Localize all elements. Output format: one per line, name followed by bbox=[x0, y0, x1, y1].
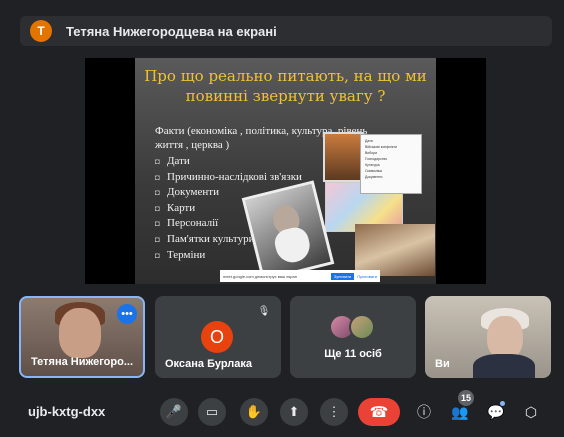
participant-tile-oksana[interactable]: 🎙 О Оксана Бурлака bbox=[155, 296, 281, 378]
others-avatars bbox=[329, 314, 375, 340]
share-status-text: meet.google.com демонструє ваш екран bbox=[223, 273, 297, 279]
presenting-label: Тетяна Нижегородцева на екрані bbox=[66, 23, 277, 39]
slide-title: Про що реально питають, на що ми повинні… bbox=[144, 67, 427, 105]
bullet-icon: ◘ bbox=[155, 219, 160, 229]
context-menu-image: Дата Військові конфлікти Вибори Господар… bbox=[360, 134, 422, 194]
screen-share-bar: meet.google.com демонструє ваш екран Зуп… bbox=[220, 270, 380, 282]
participant-name: Тетяна Нижегоро... bbox=[31, 356, 134, 368]
participant-name: Оксана Бурлака bbox=[165, 358, 253, 370]
avatar bbox=[349, 314, 375, 340]
raise-hand-icon[interactable]: ✋ bbox=[240, 398, 268, 426]
participant-count-badge: 15 bbox=[458, 390, 474, 406]
bullet-icon: ◘ bbox=[155, 250, 160, 260]
bullet-text: Персоналії bbox=[167, 217, 219, 230]
participant-tile-others[interactable]: Ще 11 осіб bbox=[290, 296, 416, 378]
hide-share-bar-button[interactable]: Приховати bbox=[357, 274, 377, 279]
presenter-video bbox=[59, 308, 101, 358]
participant-name: Ви bbox=[435, 358, 450, 370]
bullet-text: Документи bbox=[167, 186, 219, 199]
presenter-avatar: Т bbox=[30, 20, 52, 42]
bullet-text: Пам'ятки культури bbox=[167, 232, 255, 245]
meeting-code: ujb-kxtg-dxx bbox=[28, 404, 106, 419]
participant-tile-self[interactable]: Ви bbox=[425, 296, 551, 378]
participant-tile-presenter[interactable]: ••• Тетяна Нижегоро... bbox=[19, 296, 145, 378]
activities-icon[interactable]: ⬡ bbox=[520, 401, 542, 423]
bullet-text: Причинно-наслідкові зв'язки bbox=[167, 170, 302, 183]
avatar: О bbox=[201, 321, 233, 353]
end-call-icon[interactable]: ☎ bbox=[358, 398, 400, 426]
bullet-icon: ◘ bbox=[155, 203, 160, 213]
documents-photo bbox=[355, 224, 435, 276]
mic-muted-icon: 🎙 bbox=[255, 302, 273, 320]
bullet-icon: ◘ bbox=[155, 172, 160, 182]
mic-icon[interactable]: 🎤 bbox=[160, 398, 188, 426]
others-count-label: Ще 11 осіб bbox=[324, 348, 382, 360]
bullet-text: Терміни bbox=[167, 248, 206, 261]
slide: Про що реально питають, на що ми повинні… bbox=[135, 58, 436, 284]
bullet-text: Дати bbox=[167, 155, 190, 167]
chat-notification-dot bbox=[500, 401, 505, 406]
bullet-icon: ◘ bbox=[155, 234, 160, 244]
presenting-banner: Т Тетяна Нижегородцева на екрані bbox=[20, 16, 552, 46]
soldier-photo bbox=[323, 132, 363, 182]
stop-sharing-button[interactable]: Зупинити bbox=[330, 272, 355, 280]
more-options-icon[interactable]: ••• bbox=[117, 304, 137, 324]
bullet-text: Карти bbox=[167, 201, 196, 214]
bullet-icon: ◘ bbox=[155, 157, 160, 166]
more-options-icon[interactable]: ⋮ bbox=[320, 398, 348, 426]
info-icon[interactable]: ⓘ bbox=[413, 401, 435, 423]
present-icon[interactable]: ⬆ bbox=[280, 398, 308, 426]
self-body bbox=[473, 354, 535, 378]
presentation-stage[interactable]: Про що реально питають, на що ми повинні… bbox=[85, 58, 486, 284]
bullet-icon: ◘ bbox=[155, 188, 160, 198]
menu-item: Документи bbox=[365, 175, 383, 179]
camera-icon[interactable]: ▭ bbox=[198, 398, 226, 426]
